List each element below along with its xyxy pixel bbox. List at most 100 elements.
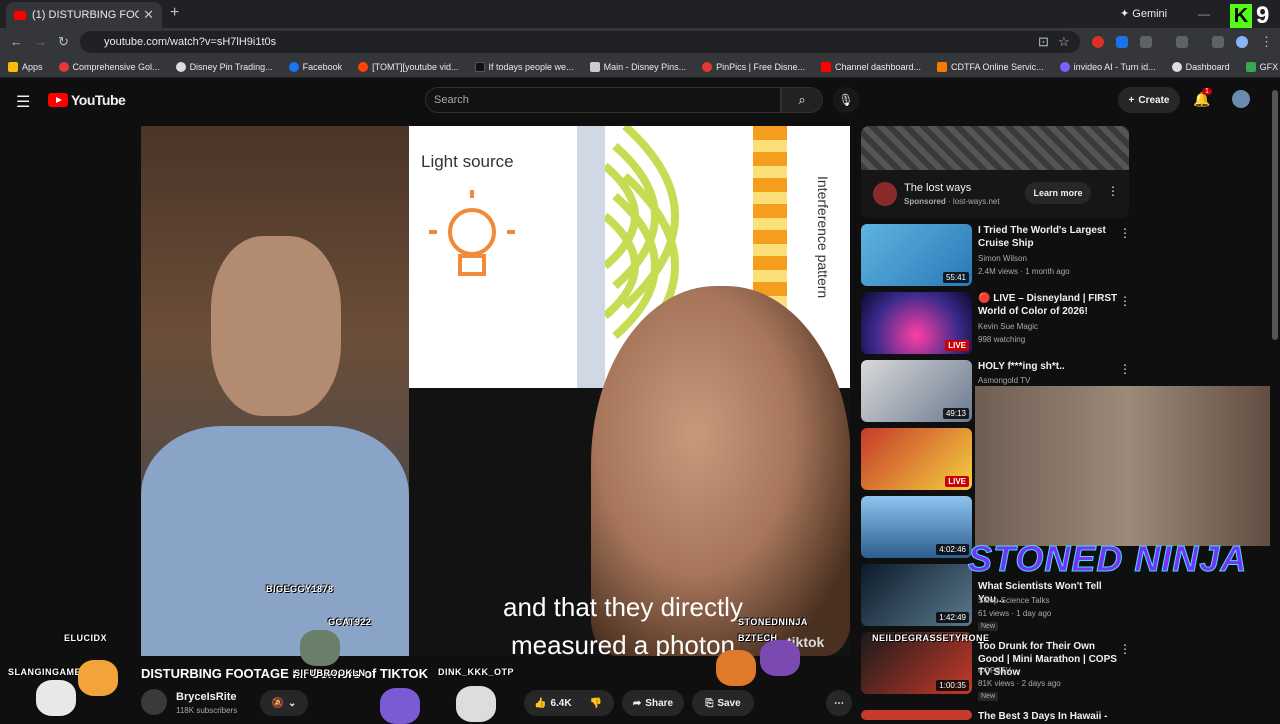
extensions-puzzle-icon[interactable] (1140, 36, 1152, 48)
thumbs-down-icon[interactable]: 👎 (590, 698, 602, 709)
chevron-down-icon: ⌄ (288, 697, 297, 709)
chatter-sprite (36, 680, 76, 716)
new-badge: New (978, 622, 999, 631)
bookmark-item[interactable]: GFX - Google Drive (1245, 61, 1280, 72)
video-thumbnail: 4:02:46 (861, 496, 972, 558)
bookmark-star-icon[interactable]: ☆ (1058, 34, 1070, 50)
account-avatar[interactable] (1232, 90, 1250, 108)
bookmark-item[interactable]: invideo AI - Turn id... (1059, 61, 1156, 72)
learn-more-button[interactable]: Learn more (1025, 182, 1091, 204)
youtube-logo-text: YouTube (71, 92, 126, 108)
browser-tab[interactable]: (1) DISTURBING FOOTAGE ✕ (6, 2, 162, 28)
notification-count-badge: 1 (1202, 88, 1212, 95)
youtube-icon (820, 61, 831, 72)
list-item[interactable]: LIVE 🔴 LIVE – Disneyland | FIRST World o… (861, 292, 1131, 358)
video-title: The Best 3 Days In Hawaii - (978, 711, 1108, 722)
kick-count: 9 (1256, 2, 1270, 29)
video-thumbnail: 55:41 (861, 224, 972, 286)
create-button[interactable]: + Create (1118, 87, 1180, 113)
bookmark-item[interactable]: CDTFA Online Servic... (937, 61, 1044, 72)
channel-name: Sleep Science Talks (978, 596, 1050, 605)
caption-line-1: and that they directly (503, 592, 743, 622)
create-label: Create (1138, 94, 1170, 106)
sidepanel-icon[interactable] (1176, 36, 1188, 48)
chatter-name: STONEDNINJA (738, 617, 808, 627)
video-title: HOLY f***ing sh*t.. (978, 361, 1065, 372)
channel-avatar[interactable] (141, 689, 167, 715)
back-icon[interactable]: ← (10, 34, 23, 49)
reddit-icon (358, 61, 369, 72)
gemini-button[interactable]: ✦ Gemini (1120, 7, 1167, 20)
thumbs-up-icon: 👍 (534, 697, 547, 709)
search-placeholder: Search (434, 94, 469, 106)
channel-name: Kevin Sue Magic (978, 322, 1039, 331)
youtube-favicon-icon (14, 10, 26, 20)
bookmark-favicon-icon (937, 61, 948, 72)
new-tab-button[interactable]: + (170, 4, 179, 22)
bookmark-item[interactable]: Channel dashboard... (820, 61, 921, 72)
duration-badge: 1:42:49 (936, 612, 969, 623)
bookmark-item[interactable]: Facebook (288, 61, 342, 72)
bookmark-item[interactable]: [TOMT][youtube vid... (358, 61, 459, 72)
save-label: Save (717, 697, 741, 709)
forward-icon[interactable]: → (34, 34, 47, 49)
profile-icon[interactable] (1236, 36, 1248, 48)
streamer-face (211, 236, 341, 416)
youtube-logo[interactable]: YouTube (48, 92, 126, 108)
bookmark-apps[interactable]: Apps (8, 61, 43, 72)
bookmark-item[interactable]: Main - Disney Pins... (589, 61, 687, 72)
video-caption: and that they directly measured a photon (463, 588, 783, 656)
more-icon[interactable]: ⋮ (1119, 642, 1131, 656)
reload-icon[interactable]: ↻ (58, 34, 69, 50)
ad-menu-icon[interactable]: ⋮ (1107, 184, 1119, 198)
minimize-icon[interactable]: — (1198, 7, 1210, 21)
bookmark-label: GFX - Google Drive (1259, 61, 1280, 72)
url-bar[interactable]: youtube.com/watch?v=sH7lH9i1t0s (80, 31, 1080, 53)
more-icon[interactable]: ⋮ (1119, 362, 1131, 376)
close-tab-icon[interactable]: ✕ (143, 7, 154, 23)
channel-name[interactable]: BryceIsRite (176, 691, 237, 703)
chrome-menu-icon[interactable]: ⋮ (1260, 34, 1273, 50)
bookmark-label: Dashboard (1185, 61, 1230, 72)
bookmark-item[interactable]: If todays people we... (474, 61, 574, 72)
list-item[interactable]: The Best 3 Days In Hawaii - (861, 710, 1129, 722)
menu-icon[interactable]: ☰ (16, 92, 30, 112)
lightbulb-icon (429, 190, 515, 276)
bookmark-label: invideo AI - Turn id... (1073, 61, 1156, 72)
video-thumbnail: 1:42:49 (861, 564, 972, 626)
bookmark-item[interactable]: Disney Pin Trading... (175, 61, 273, 72)
subscribed-button[interactable]: 🔕 ⌄ (260, 690, 308, 716)
channel-name: Simon Wilson (978, 254, 1027, 263)
save-button[interactable]: ⎘ Save (692, 690, 754, 716)
voice-search-button[interactable]: 🎙 (833, 87, 859, 113)
like-button[interactable]: 👍 6.4K 👎 (524, 690, 614, 716)
bookmark-label: [TOMT][youtube vid... (372, 61, 459, 72)
more-icon[interactable]: ⋮ (1119, 294, 1131, 308)
install-app-icon[interactable]: ⊡ (1038, 34, 1049, 50)
apps-grid-icon (8, 61, 18, 72)
chatter-name: SLANGINGAMES (8, 667, 88, 677)
scrollbar-thumb[interactable] (1272, 90, 1278, 340)
sponsored-ad[interactable]: The lost ways Sponsored · lost-ways.net … (861, 126, 1129, 218)
reading-list-icon[interactable] (1212, 36, 1224, 48)
video-title: 🔴 LIVE – Disneyland | FIRST World of Col… (978, 293, 1118, 317)
search-input[interactable]: Search (425, 87, 781, 113)
bookmark-item[interactable]: PinPics | Free Disne... (702, 61, 805, 72)
ad-logo (873, 182, 897, 206)
bookmark-item[interactable]: Comprehensive Gol... (58, 61, 160, 72)
share-button[interactable]: ➦ Share (622, 690, 684, 716)
more-icon[interactable]: ⋮ (1119, 226, 1131, 240)
tab-title: (1) DISTURBING FOOTAGE (32, 9, 140, 21)
bookmark-label: Main - Disney Pins... (603, 61, 687, 72)
video-player[interactable]: Light source Interference pattern and th… (141, 126, 850, 656)
live-badge: LIVE (945, 340, 969, 351)
gemini-label: Gemini (1132, 8, 1168, 20)
more-icon: ⋯ (834, 697, 844, 709)
bookmark-favicon-icon (702, 61, 713, 72)
extension-blue-icon[interactable] (1116, 36, 1128, 48)
search-button[interactable]: ⌕ (781, 87, 823, 113)
extension-red-icon[interactable] (1092, 36, 1104, 48)
list-item[interactable]: 55:41 I Tried The World's Largest Cruise… (861, 224, 1131, 290)
more-actions-button[interactable]: ⋯ (826, 690, 852, 716)
bookmark-item[interactable]: Dashboard (1171, 61, 1230, 72)
